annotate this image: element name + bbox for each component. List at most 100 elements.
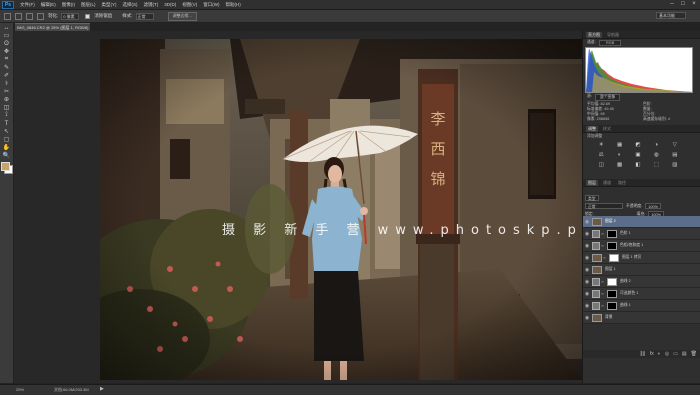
menu-3d[interactable]: 3D(D)	[164, 2, 176, 7]
subtract-selection-icon[interactable]	[37, 12, 44, 20]
eyedropper-icon[interactable]: ✎	[2, 64, 11, 71]
selective-color-icon[interactable]: ▥	[667, 161, 683, 169]
document-tab[interactable]: IMG_0846.CR2 @ 25% (图层 1, RGB/8) ×	[15, 23, 90, 31]
status-menu-arrow-icon[interactable]: ▶	[100, 386, 104, 392]
layer-row[interactable]: ◉ 背景	[583, 312, 700, 324]
clone-stamp-icon[interactable]: ✂	[2, 88, 11, 95]
channel-mixer-icon[interactable]: ▤	[667, 151, 683, 159]
type-icon[interactable]: T	[2, 120, 11, 127]
feather-label: 羽化:	[48, 13, 59, 18]
curves-icon[interactable]: ◩	[630, 141, 646, 149]
workspace-select[interactable]: 基本功能	[656, 12, 686, 19]
visibility-eye-icon[interactable]: ◉	[584, 231, 590, 237]
menu-help[interactable]: 帮助(H)	[226, 2, 241, 8]
layer-row[interactable]: ◉ ∞ 色相/饱和度 1	[583, 240, 700, 252]
new-layer-icon[interactable]: ▤	[682, 351, 687, 357]
blend-mode-select[interactable]: 正常	[585, 203, 623, 209]
hand-icon[interactable]: ✋	[2, 144, 11, 151]
color-swatches[interactable]	[1, 162, 13, 174]
hue-saturation-icon[interactable]: ◐	[611, 151, 627, 159]
menu-edit[interactable]: 编辑(E)	[41, 2, 56, 8]
menu-image[interactable]: 图像(I)	[62, 2, 75, 8]
refine-edge-button[interactable]: 调整边缘...	[167, 11, 197, 21]
visibility-eye-icon[interactable]: ◉	[584, 315, 590, 321]
foreground-color-swatch[interactable]	[1, 162, 10, 171]
gradient-map-icon[interactable]: ⬚	[648, 161, 664, 169]
history-brush-icon[interactable]: ⊕	[2, 96, 11, 103]
visibility-eye-icon[interactable]: ◉	[584, 243, 590, 249]
black-white-icon[interactable]: ▣	[630, 151, 646, 159]
source-select[interactable]: 整个图像	[595, 94, 621, 101]
maximize-icon[interactable]: □	[680, 1, 686, 7]
move-tool-icon[interactable]: ↔	[2, 24, 11, 31]
layer-row[interactable]: ◉ 图层 1	[583, 264, 700, 276]
menu-file[interactable]: 文件(F)	[20, 2, 35, 8]
healing-icon[interactable]: ⚕	[2, 80, 11, 87]
layer-style-icon[interactable]: fx	[650, 351, 654, 357]
layer-row[interactable]: ◉ ∞ 图层 1 拷贝	[583, 252, 700, 264]
invert-icon[interactable]: ◫	[593, 161, 609, 169]
visibility-eye-icon[interactable]: ◉	[584, 255, 590, 261]
marquee-tool-icon[interactable]	[4, 12, 11, 20]
close-icon[interactable]: ×	[691, 1, 697, 7]
eraser-icon[interactable]: ◫	[2, 104, 11, 111]
add-selection-icon[interactable]	[26, 12, 33, 20]
zoom-icon[interactable]: 🔍	[2, 152, 11, 159]
minimize-icon[interactable]: –	[669, 1, 675, 7]
visibility-eye-icon[interactable]: ◉	[584, 267, 590, 273]
add-mask-icon[interactable]: ◐	[658, 351, 661, 357]
color-balance-icon[interactable]: ⚖	[593, 151, 609, 159]
shape-icon[interactable]: ▢	[2, 136, 11, 143]
visibility-eye-icon[interactable]: ◉	[584, 291, 590, 297]
menu-window[interactable]: 窗口(W)	[203, 2, 219, 8]
style-select[interactable]: 正常	[135, 12, 154, 20]
tab-navigator[interactable]: 导航器	[605, 32, 621, 38]
menu-view[interactable]: 视图(V)	[182, 2, 197, 8]
brush-icon[interactable]: ✐	[2, 72, 11, 79]
layer-row[interactable]: ◉ ∞ 曲线 2	[583, 276, 700, 288]
feather-input[interactable]: 0 像素	[61, 12, 80, 20]
brightness-icon[interactable]: ☀	[593, 141, 609, 149]
tab-styles[interactable]: 样式	[601, 126, 613, 132]
trash-icon[interactable]: 🗑	[691, 351, 697, 357]
adjustment-thumbnail	[592, 289, 600, 298]
channel-select[interactable]: RGB	[599, 40, 622, 46]
layer-kind-select[interactable]: 类型	[585, 195, 599, 201]
tab-adjustments[interactable]: 调整	[586, 125, 598, 132]
document-canvas-photo[interactable]: 李 西 锦	[100, 39, 582, 380]
photo-filter-icon[interactable]: ◍	[648, 151, 664, 159]
link-layers-icon[interactable]: ⛓	[640, 351, 646, 357]
tab-channels[interactable]: 通道	[601, 180, 613, 186]
posterize-icon[interactable]: ▩	[611, 161, 627, 169]
new-adjustment-icon[interactable]: ◎	[665, 351, 669, 357]
threshold-icon[interactable]: ◧	[630, 161, 646, 169]
menu-type[interactable]: 类型(Y)	[102, 2, 117, 8]
vibrance-icon[interactable]: ▽	[667, 141, 683, 149]
layer-row[interactable]: ◉ ∞ 色阶 1	[583, 228, 700, 240]
marquee-icon[interactable]: ▭	[2, 32, 11, 39]
tab-paths[interactable]: 路径	[616, 180, 628, 186]
gradient-icon[interactable]: ⟟	[2, 112, 11, 119]
tab-histogram[interactable]: 直方图	[586, 31, 602, 38]
visibility-eye-icon[interactable]: ◉	[584, 279, 590, 285]
visibility-eye-icon[interactable]: ◉	[584, 219, 590, 225]
new-group-icon[interactable]: ▭	[673, 351, 678, 357]
antialias-checkbox[interactable]	[85, 13, 91, 19]
quick-select-icon[interactable]: ✥	[2, 48, 11, 55]
path-select-icon[interactable]: ↖	[2, 128, 11, 135]
layer-row[interactable]: ◉ ∞ 曲线 1	[583, 300, 700, 312]
menu-select[interactable]: 选择(S)	[123, 2, 138, 8]
visibility-eye-icon[interactable]: ◉	[584, 303, 590, 309]
layer-row[interactable]: ◉ 图层 2	[583, 216, 700, 228]
lasso-icon[interactable]: ʘ	[2, 40, 11, 47]
tab-layers[interactable]: 图层	[586, 179, 598, 186]
menu-filter[interactable]: 滤镜(T)	[144, 2, 159, 8]
new-selection-icon[interactable]	[15, 12, 22, 20]
opacity-input[interactable]: 100%	[645, 203, 661, 209]
exposure-icon[interactable]: ◑	[648, 141, 664, 149]
menu-layer[interactable]: 图层(L)	[81, 2, 96, 8]
layer-row[interactable]: ◉ ∞ 可选颜色 1	[583, 288, 700, 300]
zoom-level[interactable]: 25%	[16, 387, 24, 392]
crop-icon[interactable]: ⌗	[2, 56, 11, 63]
levels-icon[interactable]: ▦	[611, 141, 627, 149]
